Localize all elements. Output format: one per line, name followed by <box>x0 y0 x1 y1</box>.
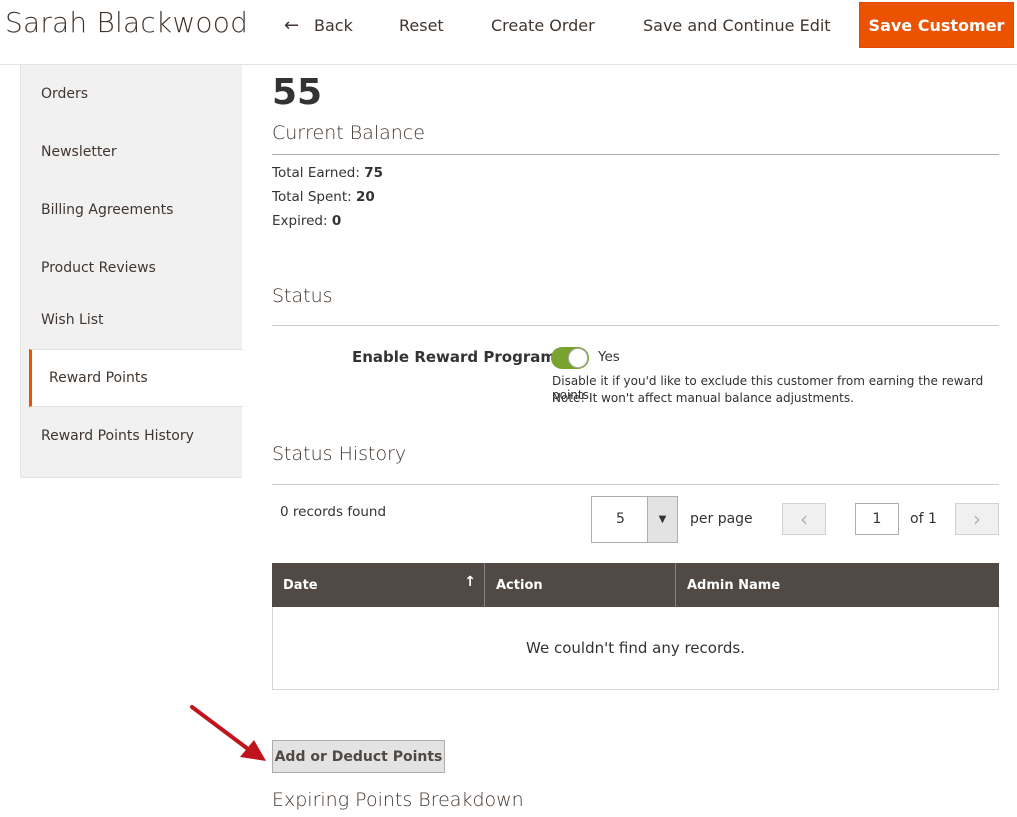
records-found: 0 records found <box>280 504 387 520</box>
total-spent-label: Total Spent: <box>272 189 352 205</box>
column-header-admin-name[interactable]: Admin Name <box>676 563 999 607</box>
page-number-input[interactable] <box>855 503 899 535</box>
next-page-button[interactable]: › <box>955 503 999 535</box>
reset-button[interactable]: Reset <box>399 14 444 38</box>
page-title: Sarah Blackwood <box>5 6 249 39</box>
total-earned-value: 75 <box>364 165 384 181</box>
previous-page-button[interactable]: ‹ <box>782 503 826 535</box>
section-divider <box>272 484 999 485</box>
balance-amount: 55 <box>272 72 323 113</box>
sidebar-item-product-reviews[interactable]: Product Reviews <box>21 239 242 297</box>
sidebar-item-newsletter[interactable]: Newsletter <box>21 123 242 181</box>
toggle-state-text: Yes <box>598 349 620 365</box>
back-label: Back <box>314 16 353 35</box>
sort-ascending-icon: ↑ <box>464 574 476 590</box>
per-page-label: per page <box>690 511 753 527</box>
toggle-knob <box>568 348 588 368</box>
status-history-grid: Date ↑ Action Admin Name We couldn't fin… <box>272 563 999 690</box>
section-divider <box>272 325 999 326</box>
back-button[interactable]: ← Back <box>284 14 353 38</box>
grid-header-row: Date ↑ Action Admin Name <box>272 563 999 607</box>
total-earned: Total Earned: 75 <box>272 165 383 181</box>
status-history-title: Status History <box>272 443 407 465</box>
sidebar-item-reward-points-history[interactable]: Reward Points History <box>21 407 242 465</box>
expiring-points-title: Expiring Points Breakdown <box>272 789 524 811</box>
column-header-action[interactable]: Action <box>485 563 676 607</box>
enable-reward-program-label: Enable Reward Program <box>352 348 556 366</box>
enable-reward-program-toggle[interactable] <box>551 347 589 369</box>
sidebar-item-reward-points[interactable]: Reward Points <box>29 349 243 407</box>
column-header-date-label: Date <box>283 577 318 593</box>
sidebar-item-orders[interactable]: Orders <box>21 65 242 123</box>
page-header: Sarah Blackwood ← Back Reset Create Order… <box>0 0 1017 65</box>
annotation-arrow-icon <box>190 705 266 761</box>
arrow-left-icon: ← <box>284 15 300 36</box>
empty-grid-message: We couldn't find any records. <box>272 607 999 690</box>
sidebar-item-billing-agreements[interactable]: Billing Agreements <box>21 181 242 239</box>
toggle-note-line-2: Note! It won't affect manual balance adj… <box>552 391 854 405</box>
sidebar-item-wish-list[interactable]: Wish List <box>21 291 242 349</box>
chevron-right-icon: › <box>973 507 981 531</box>
expired: Expired: 0 <box>272 213 341 229</box>
chevron-left-icon: ‹ <box>800 507 808 531</box>
total-spent-value: 20 <box>355 189 375 205</box>
current-balance-title: Current Balance <box>272 122 425 144</box>
per-page-select[interactable]: 5 ▼ <box>591 496 678 543</box>
create-order-button[interactable]: Create Order <box>491 14 595 38</box>
page-count: of 1 <box>910 511 937 527</box>
total-spent: Total Spent: 20 <box>272 189 375 205</box>
expired-value: 0 <box>331 213 342 229</box>
caret-down-icon[interactable]: ▼ <box>647 497 677 542</box>
expired-label: Expired: <box>272 213 328 229</box>
column-header-date[interactable]: Date ↑ <box>272 563 485 607</box>
per-page-value: 5 <box>616 511 625 527</box>
sidebar-nav: Orders Newsletter Billing Agreements Pro… <box>20 65 243 478</box>
save-and-continue-button[interactable]: Save and Continue Edit <box>643 14 831 38</box>
status-title: Status <box>272 285 333 307</box>
total-earned-label: Total Earned: <box>272 165 360 181</box>
add-or-deduct-points-button[interactable]: Add or Deduct Points <box>272 740 445 773</box>
save-customer-button[interactable]: Save Customer <box>859 2 1014 48</box>
section-divider <box>272 154 999 155</box>
